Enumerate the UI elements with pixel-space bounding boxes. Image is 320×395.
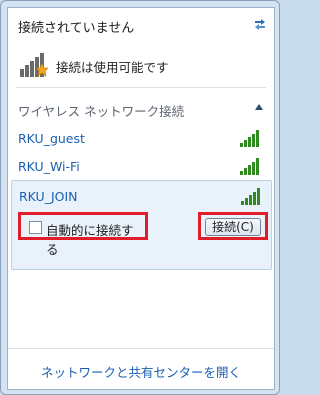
autoconnect-highlight: 自動的に接続する [18,212,148,257]
section-title: ワイヤレス ネットワーク接続 [18,104,185,119]
connect-button[interactable]: 接続(C) [205,218,261,236]
network-item-rku-wi-fi[interactable]: RKU_Wi-Fi [8,152,274,182]
signal-star-icon [20,53,48,77]
network-flyout: 接続されていません 接続は使用可能です ワイヤレス ネットワーク接続 RKU_g… [0,0,280,395]
network-name: RKU_Wi-Fi [18,159,80,174]
access-status-text: 接続は使用可能です [56,60,169,75]
connect-highlight: 接続(C) [198,212,268,240]
network-item-rku-join[interactable]: RKU_JOIN [9,182,275,212]
autoconnect-checkbox[interactable] [29,221,42,234]
status-title: 接続されていません [18,21,135,36]
signal-strength-icon [240,130,259,147]
network-item-rku-guest[interactable]: RKU_guest [8,124,274,154]
refresh-icon[interactable] [252,15,268,31]
flyout-panel: 接続されていません 接続は使用可能です ワイヤレス ネットワーク接続 RKU_g… [7,7,275,390]
selected-network-panel: RKU_JOIN 自動的に接続する 接続(C) [11,180,272,270]
status-row: 接続されていません [8,8,274,42]
network-name: RKU_guest [18,131,85,146]
section-header[interactable]: ワイヤレス ネットワーク接続 [8,95,274,121]
signal-strength-icon [240,158,259,175]
access-row: 接続は使用可能です [8,44,274,84]
chevron-up-icon[interactable] [255,104,263,110]
network-center-link[interactable]: ネットワークと共有センターを開く [8,362,274,381]
autoconnect-label[interactable]: 自動的に接続する [46,220,145,258]
footer: ネットワークと共有センターを開く [8,348,274,389]
connect-options-row: 自動的に接続する 接続(C) [15,211,268,257]
divider [16,87,266,88]
network-name: RKU_JOIN [19,189,78,204]
signal-strength-icon [241,188,260,205]
